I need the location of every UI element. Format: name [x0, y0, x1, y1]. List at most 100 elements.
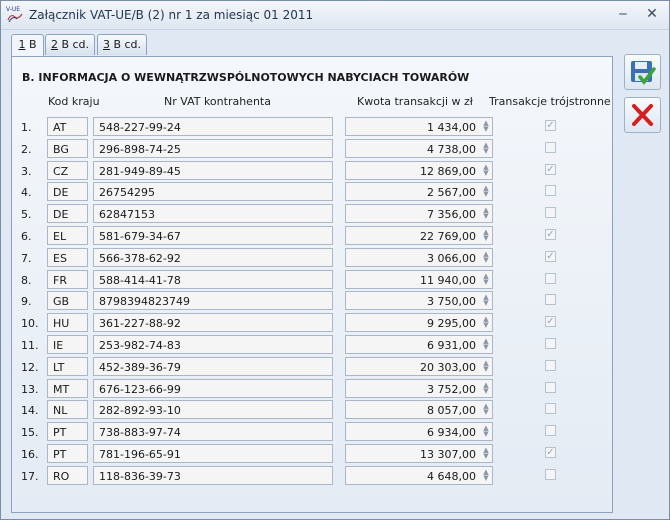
- amount-spinner[interactable]: ▲ ▼: [482, 185, 490, 198]
- minimize-button[interactable]: ‒: [612, 5, 634, 23]
- country-code-field[interactable]: DE: [47, 182, 88, 202]
- triangular-checkbox[interactable]: [545, 141, 556, 153]
- amount-spinner[interactable]: ▲ ▼: [482, 294, 490, 307]
- triangular-checkbox[interactable]: ✓: [545, 250, 556, 262]
- country-code-field[interactable]: IE: [47, 335, 88, 354]
- vat-number-field[interactable]: 738-883-97-74: [93, 422, 333, 442]
- country-code-field[interactable]: PT: [47, 444, 88, 463]
- vat-number-field[interactable]: 281-949-89-45: [93, 160, 333, 180]
- triangular-checkbox[interactable]: [545, 381, 556, 393]
- amount-field[interactable]: 22 769,00 ▲ ▼: [345, 226, 493, 245]
- country-code-field[interactable]: NL: [47, 400, 88, 420]
- triangular-checkbox[interactable]: [545, 294, 556, 306]
- amount-spinner[interactable]: ▲ ▼: [482, 403, 490, 416]
- save-button[interactable]: [624, 54, 661, 90]
- amount-field[interactable]: 3 066,00 ▲ ▼: [345, 247, 493, 267]
- tab-3b-cd[interactable]: 3 B cd.: [97, 34, 147, 55]
- close-window-button[interactable]: ✕: [641, 5, 663, 23]
- app-logo-icon: V-UE: [6, 6, 23, 23]
- amount-value: 3 750,00: [427, 295, 476, 309]
- amount-field[interactable]: 20 303,00 ▲ ▼: [345, 356, 493, 376]
- country-code-field[interactable]: PT: [47, 422, 88, 442]
- amount-field[interactable]: 3 752,00 ▲ ▼: [345, 378, 493, 398]
- cancel-button[interactable]: [624, 97, 661, 133]
- vat-number-field[interactable]: 781-196-65-91: [93, 444, 333, 463]
- triangular-checkbox[interactable]: [545, 338, 556, 349]
- triangular-checkbox[interactable]: ✓: [545, 120, 556, 131]
- row-number: 7.: [21, 251, 32, 265]
- amount-spinner[interactable]: ▲ ▼: [482, 207, 490, 220]
- country-code-field[interactable]: FR: [47, 269, 88, 289]
- vat-number-field[interactable]: 282-892-93-10: [93, 400, 333, 420]
- triangular-checkbox[interactable]: [545, 207, 556, 219]
- triangular-checkbox[interactable]: ✓: [545, 163, 556, 175]
- country-code-field[interactable]: DE: [47, 204, 88, 224]
- country-code-field[interactable]: ES: [47, 247, 88, 267]
- vat-number-field[interactable]: 296-898-74-25: [93, 138, 333, 158]
- amount-field[interactable]: 11 940,00 ▲ ▼: [345, 269, 493, 289]
- amount-spinner[interactable]: ▲ ▼: [482, 163, 490, 177]
- amount-spinner[interactable]: ▲ ▼: [482, 141, 490, 155]
- country-code-field[interactable]: RO: [47, 465, 88, 485]
- amount-field[interactable]: 13 307,00 ▲ ▼: [345, 444, 493, 463]
- triangular-checkbox[interactable]: [545, 468, 556, 480]
- country-code-field[interactable]: BG: [47, 138, 88, 158]
- triangular-checkbox[interactable]: ✓: [545, 229, 556, 240]
- vat-number-field[interactable]: 581-679-34-67: [93, 226, 333, 245]
- triangular-checkbox[interactable]: [545, 272, 556, 284]
- triangular-checkbox[interactable]: [545, 185, 556, 197]
- amount-spinner[interactable]: ▲ ▼: [482, 316, 490, 329]
- amount-field[interactable]: 2 567,00 ▲ ▼: [345, 182, 493, 202]
- amount-field[interactable]: 9 295,00 ▲ ▼: [345, 313, 493, 333]
- amount-spinner[interactable]: ▲ ▼: [482, 468, 490, 482]
- triangular-checkbox[interactable]: ✓: [545, 316, 556, 328]
- country-code-field[interactable]: HU: [47, 313, 88, 333]
- tab-panel: B. INFORMACJA O WEWNĄTRZWSPÓLNOTOWYCH NA…: [11, 56, 613, 513]
- tab-1b[interactable]: 1 B: [11, 34, 44, 57]
- amount-field[interactable]: 6 934,00 ▲ ▼: [345, 422, 493, 442]
- country-code-field[interactable]: MT: [47, 378, 88, 398]
- vat-number-field[interactable]: 118-836-39-73: [93, 465, 333, 485]
- amount-field[interactable]: 6 931,00 ▲ ▼: [345, 335, 493, 354]
- vat-number-field[interactable]: 62847153: [93, 204, 333, 224]
- vat-number-field[interactable]: 26754295: [93, 182, 333, 202]
- amount-field[interactable]: 4 738,00 ▲ ▼: [345, 138, 493, 158]
- amount-field[interactable]: 7 356,00 ▲ ▼: [345, 204, 493, 224]
- amount-spinner[interactable]: ▲ ▼: [482, 447, 490, 460]
- vat-number-field[interactable]: 452-389-36-79: [93, 356, 333, 376]
- country-code-field[interactable]: GB: [47, 291, 88, 311]
- amount-field[interactable]: 3 750,00 ▲ ▼: [345, 291, 493, 311]
- country-code-field[interactable]: AT: [47, 117, 88, 136]
- amount-spinner[interactable]: ▲ ▼: [482, 425, 490, 438]
- triangular-checkbox[interactable]: [545, 425, 556, 437]
- amount-field[interactable]: 4 648,00 ▲ ▼: [345, 465, 493, 485]
- title-bar[interactable]: V-UE Załącznik VAT-UE/B (2) nr 1 za mies…: [1, 1, 669, 30]
- amount-spinner[interactable]: ▲ ▼: [482, 381, 490, 395]
- country-code-field[interactable]: CZ: [47, 160, 88, 180]
- amount-spinner[interactable]: ▲ ▼: [482, 338, 490, 351]
- triangular-checkbox[interactable]: [545, 403, 556, 415]
- vat-number-field[interactable]: 566-378-62-92: [93, 247, 333, 267]
- row-number: 10.: [21, 317, 39, 331]
- triangular-checkbox[interactable]: ✓: [545, 447, 556, 458]
- vat-number-field[interactable]: 548-227-99-24: [93, 117, 333, 136]
- vat-number-field[interactable]: 588-414-41-78: [93, 269, 333, 289]
- amount-spinner[interactable]: ▲ ▼: [482, 229, 490, 242]
- amount-spinner[interactable]: ▲ ▼: [482, 359, 490, 373]
- amount-field[interactable]: 1 434,00 ▲ ▼: [345, 117, 493, 136]
- amount-spinner[interactable]: ▲ ▼: [482, 250, 490, 264]
- country-code-field[interactable]: LT: [47, 356, 88, 376]
- tab-2b-cd[interactable]: 2 B cd.: [45, 34, 95, 55]
- vat-number-field[interactable]: 8798394823749: [93, 291, 333, 311]
- amount-field[interactable]: 8 057,00 ▲ ▼: [345, 400, 493, 420]
- amount-spinner[interactable]: ▲ ▼: [482, 120, 490, 133]
- amount-value: 13 307,00: [420, 448, 476, 461]
- vat-number-field[interactable]: 253-982-74-83: [93, 335, 333, 354]
- vat-number-field[interactable]: 676-123-66-99: [93, 378, 333, 398]
- vat-number-field[interactable]: 361-227-88-92: [93, 313, 333, 333]
- amount-spinner[interactable]: ▲ ▼: [482, 272, 490, 286]
- amount-field[interactable]: 12 869,00 ▲ ▼: [345, 160, 493, 180]
- amount-value: 2 567,00: [427, 186, 476, 200]
- country-code-field[interactable]: EL: [47, 226, 88, 245]
- triangular-checkbox[interactable]: [545, 359, 556, 371]
